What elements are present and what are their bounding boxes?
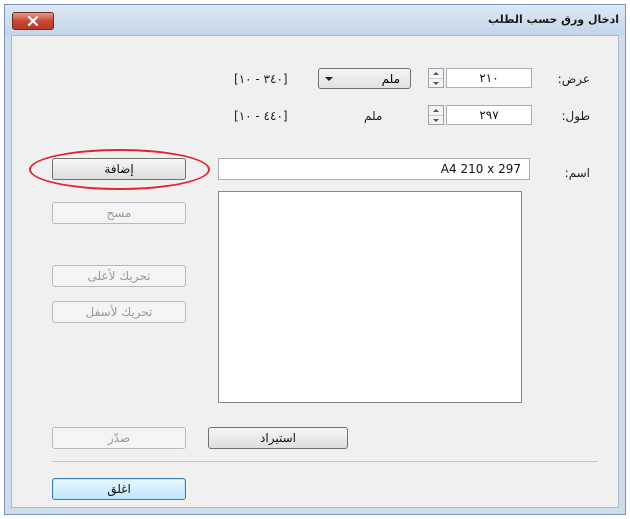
close-x-icon bbox=[27, 16, 39, 26]
length-spin-icon[interactable] bbox=[428, 105, 444, 125]
move-up-button[interactable]: تحريك لأعلى bbox=[52, 265, 186, 287]
width-label: عرض: bbox=[557, 72, 590, 86]
window-close-button[interactable] bbox=[12, 12, 54, 30]
delete-button[interactable]: مسح bbox=[52, 202, 186, 224]
length-input[interactable]: ٢٩٧ bbox=[446, 105, 532, 125]
width-unit-select[interactable]: ملم bbox=[318, 68, 411, 89]
title-bar: ادخال ورق حسب الطلب bbox=[5, 5, 625, 35]
name-input[interactable]: A4 210 x 297 bbox=[218, 158, 530, 180]
length-label: طول: bbox=[561, 109, 590, 123]
separator bbox=[52, 461, 598, 462]
export-button[interactable]: صدّر bbox=[52, 427, 186, 449]
highlight-ellipse bbox=[29, 149, 210, 190]
close-button[interactable]: اغلق bbox=[52, 478, 186, 500]
paper-list[interactable] bbox=[218, 191, 522, 403]
length-range: [٤٤٠ - ١٠] bbox=[234, 109, 288, 123]
chevron-down-icon bbox=[325, 77, 333, 81]
dialog-body: عرض: ٢١٠ ملم [٣٤٠ - ١٠] طول: ٢٩٧ ملم [٤٤… bbox=[11, 35, 619, 508]
name-label: اسم: bbox=[564, 166, 590, 180]
import-button[interactable]: استيراد bbox=[208, 427, 348, 449]
move-down-button[interactable]: تحريك لأسفل bbox=[52, 301, 186, 323]
width-spin-icon[interactable] bbox=[428, 68, 444, 88]
width-unit-value: ملم bbox=[381, 72, 400, 86]
width-input[interactable]: ٢١٠ bbox=[446, 68, 532, 88]
window-title: ادخال ورق حسب الطلب bbox=[487, 13, 619, 26]
width-range: [٣٤٠ - ١٠] bbox=[234, 72, 288, 86]
length-unit: ملم bbox=[364, 109, 383, 123]
dialog-window: ادخال ورق حسب الطلب عرض: ٢١٠ ملم [٣٤٠ - … bbox=[4, 4, 626, 515]
